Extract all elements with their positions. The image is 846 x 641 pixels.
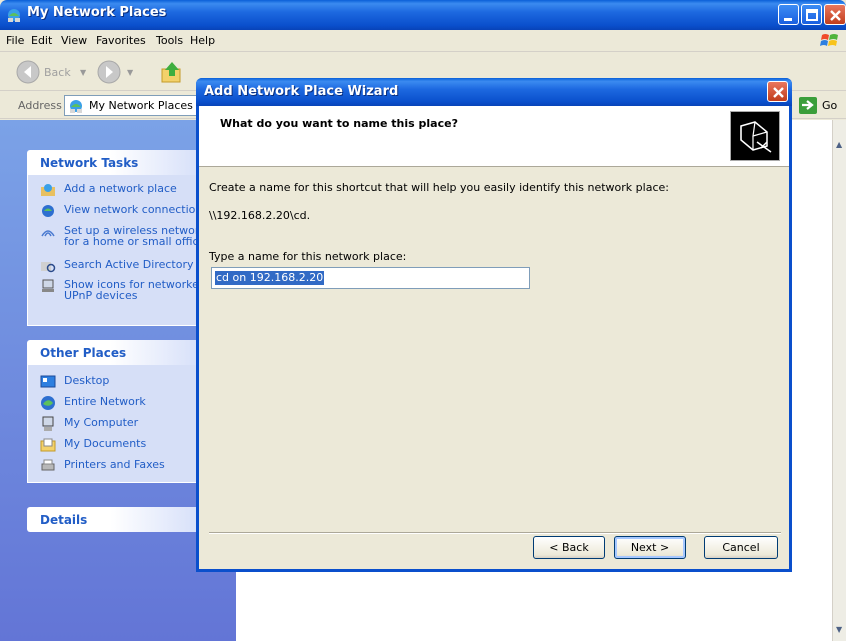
- forward-dropdown-icon[interactable]: ▼: [127, 68, 133, 77]
- menu-favorites[interactable]: Favorites: [96, 34, 146, 47]
- place-name-field[interactable]: cd on 192.168.2.20: [211, 267, 530, 289]
- network-tasks-title: Network Tasks: [40, 156, 139, 170]
- network-connections-icon: [42, 205, 54, 217]
- minimize-button[interactable]: [778, 4, 799, 25]
- up-folder-icon[interactable]: [160, 60, 184, 84]
- close-icon: [773, 87, 784, 98]
- wizard-network-folder-icon: [730, 111, 780, 161]
- address-input[interactable]: My Network Places: [64, 95, 200, 116]
- my-computer-icon: [42, 416, 54, 431]
- go-label[interactable]: Go: [822, 99, 837, 112]
- wizard-separator: [209, 532, 781, 534]
- wizard-description: Create a name for this shortcut that wil…: [209, 181, 669, 194]
- close-icon: [830, 10, 841, 21]
- add-network-place-icon: [41, 184, 55, 196]
- explorer-window: My Network Places File Edit View Favorit…: [0, 0, 846, 641]
- maximize-button[interactable]: [801, 4, 822, 25]
- menu-bar: File Edit View Favorites Tools Help: [0, 30, 846, 52]
- upnp-devices-icon: [42, 279, 54, 292]
- go-arrow-icon: [802, 100, 814, 110]
- address-value: My Network Places: [89, 99, 193, 112]
- my-documents-icon: [40, 438, 56, 452]
- back-label[interactable]: Back: [44, 66, 71, 79]
- cancel-button[interactable]: Cancel: [704, 536, 778, 559]
- address-label: Address: [18, 99, 62, 112]
- menu-edit[interactable]: Edit: [31, 34, 52, 47]
- forward-arrow-icon[interactable]: [97, 60, 121, 84]
- network-path: \\192.168.2.20\cd.: [209, 209, 311, 222]
- close-button[interactable]: [824, 4, 846, 25]
- desktop-icon: [40, 375, 56, 388]
- window-title: My Network Places: [27, 5, 167, 20]
- go-button[interactable]: [799, 97, 817, 114]
- search-directory-icon: [41, 262, 56, 273]
- name-field-label: Type a name for this network place:: [209, 250, 407, 263]
- menu-file[interactable]: File: [6, 34, 24, 47]
- printer-icon: [41, 459, 55, 471]
- back-arrow-icon[interactable]: [16, 60, 40, 84]
- details-title: Details: [40, 513, 88, 527]
- add-network-place-wizard: Add Network Place Wizard What do you wan…: [196, 78, 792, 572]
- vertical-scrollbar[interactable]: ▲ ▼: [832, 120, 846, 641]
- entire-network-icon: [41, 396, 55, 410]
- wizard-close-button[interactable]: [767, 81, 788, 102]
- wizard-body: What do you want to name this place? Cre…: [199, 106, 789, 569]
- minimize-icon: [784, 18, 792, 21]
- wizard-title: Add Network Place Wizard: [204, 84, 399, 99]
- windows-logo-icon: [820, 34, 838, 46]
- wizard-header: What do you want to name this place?: [199, 106, 789, 167]
- menu-help[interactable]: Help: [190, 34, 215, 47]
- menu-tools[interactable]: Tools: [156, 34, 183, 47]
- maximize-icon: [806, 9, 818, 21]
- wizard-titlebar[interactable]: Add Network Place Wizard: [196, 78, 792, 106]
- menu-view[interactable]: View: [61, 34, 87, 47]
- network-places-icon: [8, 9, 20, 22]
- scroll-down-icon[interactable]: ▼: [836, 625, 842, 634]
- network-folder-icon: [740, 121, 772, 153]
- next-button[interactable]: Next >: [614, 536, 686, 559]
- back-button[interactable]: < Back: [533, 536, 605, 559]
- wireless-network-icon: [41, 230, 55, 237]
- network-places-icon: [70, 100, 82, 113]
- scroll-up-icon[interactable]: ▲: [836, 140, 842, 149]
- back-dropdown-icon[interactable]: ▼: [80, 68, 86, 77]
- window-titlebar[interactable]: My Network Places: [0, 0, 846, 30]
- place-name-selected-text[interactable]: cd on 192.168.2.20: [215, 271, 325, 285]
- wizard-question: What do you want to name this place?: [220, 117, 458, 130]
- other-places-title: Other Places: [40, 346, 127, 360]
